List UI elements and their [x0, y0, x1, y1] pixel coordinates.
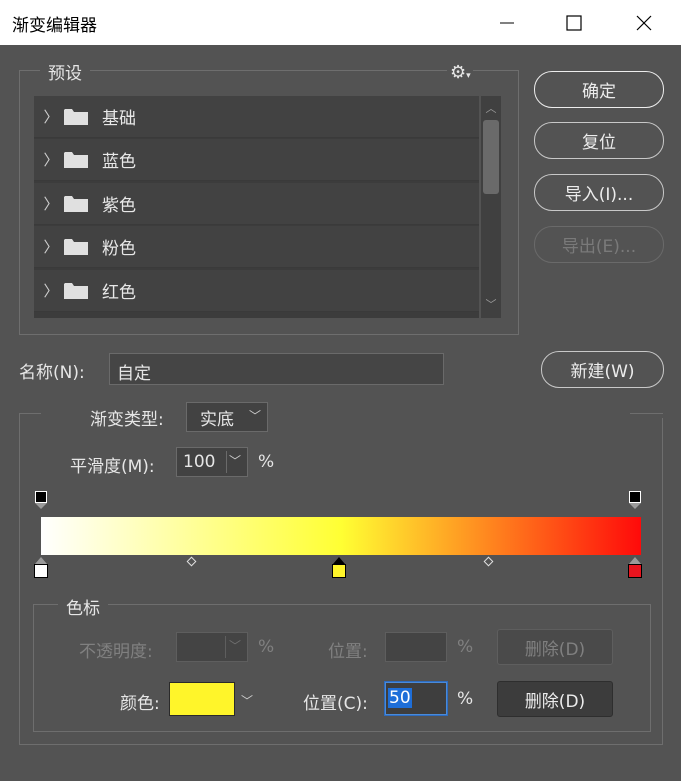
- select-divider: [226, 451, 227, 473]
- close-icon: [636, 15, 652, 30]
- stop-pointer: [35, 557, 47, 564]
- chevron-right-icon[interactable]: 〉: [34, 106, 62, 127]
- color-location-input[interactable]: 50: [385, 682, 447, 715]
- chevron-down-icon[interactable]: ﹀: [241, 692, 253, 709]
- chevron-down-icon: ﹀: [248, 409, 261, 423]
- color-stop-swatch: [332, 564, 346, 578]
- color-delete-button[interactable]: 删除(D): [497, 681, 613, 717]
- chevron-down-icon[interactable]: ﹀: [481, 296, 501, 312]
- preset-list[interactable]: 〉 基础 〉 蓝色 〉 紫色 〉 粉色 〉 红色: [34, 96, 479, 318]
- smoothness-select[interactable]: 100 ﹀: [176, 447, 248, 477]
- name-input[interactable]: 自定: [109, 353, 444, 385]
- scrollbar-thumb[interactable]: [483, 120, 499, 194]
- smoothness-unit: %: [258, 452, 275, 472]
- ok-button[interactable]: 确定: [534, 71, 664, 108]
- folder-icon: [64, 239, 88, 255]
- gradient-group-border-right: [630, 413, 663, 414]
- color-location-unit: %: [457, 689, 474, 709]
- preset-folder-label: 蓝色: [102, 152, 136, 172]
- smoothness-label: 平滑度(M):: [70, 457, 155, 477]
- preset-folder-blue[interactable]: 〉 蓝色: [34, 139, 479, 181]
- name-label: 名称(N):: [19, 363, 85, 383]
- chevron-up-icon[interactable]: ︿: [481, 100, 501, 116]
- preset-folder-red[interactable]: 〉 红色: [34, 270, 479, 312]
- chevron-right-icon[interactable]: 〉: [34, 236, 62, 257]
- window-title: 渐变编辑器: [12, 16, 97, 36]
- preset-folder-basic[interactable]: 〉 基础: [34, 96, 479, 138]
- stop-pointer: [629, 557, 641, 564]
- opacity-unit: %: [258, 637, 275, 657]
- maximize-icon: [566, 14, 582, 31]
- color-swatch[interactable]: [169, 682, 235, 716]
- preset-folder-purple[interactable]: 〉 紫色: [34, 183, 479, 225]
- folder-icon: [64, 109, 88, 125]
- smoothness-value: 100: [183, 452, 216, 472]
- color-stop-swatch: [34, 564, 48, 578]
- title-bar: 渐变编辑器: [0, 0, 681, 45]
- folder-icon: [64, 196, 88, 212]
- close-button[interactable]: [621, 0, 667, 45]
- new-button[interactable]: 新建(W): [541, 351, 664, 388]
- color-label: 颜色:: [120, 694, 160, 714]
- chevron-right-icon[interactable]: 〉: [34, 149, 62, 170]
- opacity-location-label: 位置:: [328, 642, 368, 662]
- color-location-value: 50: [388, 688, 412, 708]
- opacity-label: 不透明度:: [79, 642, 153, 662]
- preset-folder-label: 红色: [102, 283, 136, 303]
- gradient-type-value: 实底: [200, 409, 234, 430]
- preset-folder-label: 粉色: [102, 239, 136, 259]
- preset-folder-label: 基础: [102, 109, 136, 129]
- opacity-stop-swatch: [35, 491, 47, 503]
- maximize-button[interactable]: [551, 0, 597, 45]
- opacity-location-field[interactable]: [385, 632, 447, 662]
- presets-legend: 预设: [40, 59, 90, 84]
- color-location-label: 位置(C):: [303, 694, 368, 714]
- stops-legend: 色标: [58, 594, 108, 619]
- stop-pointer: [35, 503, 47, 509]
- color-stop-swatch: [628, 564, 642, 578]
- opacity-stop-swatch: [629, 491, 641, 503]
- gradient-type-label: 渐变类型:: [90, 410, 164, 430]
- opacity-delete-button[interactable]: 删除(D): [497, 629, 613, 665]
- export-button[interactable]: 导出(E)...: [534, 226, 664, 263]
- preset-folder-label: 紫色: [102, 196, 136, 216]
- color-stop-left[interactable]: [34, 557, 48, 579]
- gradient-preview-bar[interactable]: [41, 517, 641, 555]
- reset-button[interactable]: 复位: [534, 122, 664, 159]
- opacity-field[interactable]: ﹀: [176, 632, 248, 662]
- stop-pointer-selected: [333, 557, 345, 564]
- folder-icon: [64, 152, 88, 168]
- preset-scrollbar[interactable]: ︿ ﹀: [481, 96, 501, 318]
- preset-folder-pink[interactable]: 〉 粉色: [34, 226, 479, 268]
- color-stop-middle[interactable]: [332, 557, 346, 579]
- minimize-icon: [500, 22, 514, 23]
- folder-icon: [64, 283, 88, 299]
- chevron-down-icon[interactable]: ﹀: [229, 452, 241, 469]
- opacity-stop-right[interactable]: [629, 491, 641, 509]
- color-stop-right[interactable]: [628, 557, 642, 579]
- import-button[interactable]: 导入(I)...: [534, 174, 664, 211]
- chevron-right-icon[interactable]: 〉: [34, 280, 62, 301]
- gradient-type-select[interactable]: 实底 ﹀: [186, 402, 268, 432]
- minimize-button[interactable]: [484, 0, 530, 45]
- chevron-down-icon: ﹀: [228, 639, 241, 653]
- chevron-right-icon[interactable]: 〉: [34, 193, 62, 214]
- select-divider: [225, 636, 226, 658]
- gear-icon[interactable]: ⚙▾: [447, 62, 473, 83]
- stop-pointer: [629, 503, 641, 509]
- opacity-location-unit: %: [457, 637, 474, 657]
- opacity-stop-left[interactable]: [35, 491, 47, 509]
